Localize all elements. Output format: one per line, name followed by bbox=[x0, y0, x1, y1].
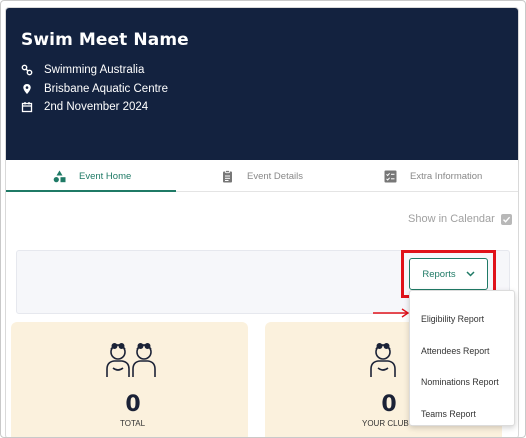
event-date: 2nd November 2024 bbox=[44, 101, 149, 113]
date-row: 2nd November 2024 bbox=[21, 99, 148, 115]
chevron-down-icon bbox=[466, 271, 475, 277]
event-header: Swim Meet Name Swimming Australia Brisba… bbox=[6, 8, 518, 160]
location-pin-icon bbox=[21, 83, 33, 95]
total-stat-card: 0 TOTAL bbox=[11, 322, 248, 437]
total-label: TOTAL bbox=[120, 419, 146, 428]
event-title: Swim Meet Name bbox=[21, 30, 189, 50]
swimmer-icon bbox=[367, 338, 399, 383]
window-frame: Swim Meet Name Swimming Australia Brisba… bbox=[0, 0, 526, 438]
tab-event-details[interactable]: Event Details bbox=[221, 160, 303, 192]
tab-bar: Event Home Event Details Extra Informati… bbox=[6, 160, 518, 192]
show-in-calendar-toggle[interactable]: Show in Calendar bbox=[408, 213, 512, 225]
organisation-row: Swimming Australia bbox=[21, 62, 144, 78]
tab-extra-information-label: Extra Information bbox=[410, 170, 483, 182]
tab-event-home[interactable]: Event Home bbox=[53, 160, 131, 192]
shapes-icon bbox=[53, 170, 66, 183]
menu-item-teams-report[interactable]: Teams Report bbox=[410, 398, 516, 430]
tab-extra-information[interactable]: Extra Information bbox=[384, 160, 482, 192]
checklist-icon bbox=[384, 170, 397, 183]
venue-row: Brisbane Aquatic Centre bbox=[21, 81, 168, 97]
annotation-arrow-icon bbox=[371, 306, 411, 324]
swimmers-icon bbox=[101, 338, 161, 383]
menu-item-eligibility-report[interactable]: Eligibility Report bbox=[410, 303, 516, 335]
event-venue: Brisbane Aquatic Centre bbox=[44, 83, 169, 95]
event-organisation: Swimming Australia bbox=[44, 64, 145, 76]
your-club-label: YOUR CLUB'S bbox=[362, 419, 416, 428]
total-count: 0 bbox=[125, 392, 141, 417]
menu-item-attendees-report[interactable]: Attendees Report bbox=[410, 335, 516, 367]
your-club-count: 0 bbox=[381, 392, 397, 417]
tab-event-home-label: Event Home bbox=[79, 170, 132, 182]
show-in-calendar-checkbox[interactable] bbox=[500, 213, 512, 225]
reports-dropdown-menu: Eligibility Report Attendees Report Nomi… bbox=[409, 290, 515, 426]
show-in-calendar-label: Show in Calendar bbox=[408, 213, 495, 225]
reports-button-label: Reports bbox=[422, 268, 456, 280]
link-icon bbox=[21, 64, 33, 76]
reports-button[interactable]: Reports bbox=[409, 258, 488, 290]
tab-event-details-label: Event Details bbox=[247, 170, 303, 182]
clipboard-icon bbox=[221, 169, 234, 183]
menu-item-nominations-report[interactable]: Nominations Report bbox=[410, 366, 516, 398]
calendar-icon bbox=[21, 101, 33, 113]
active-tab-indicator bbox=[6, 190, 176, 192]
